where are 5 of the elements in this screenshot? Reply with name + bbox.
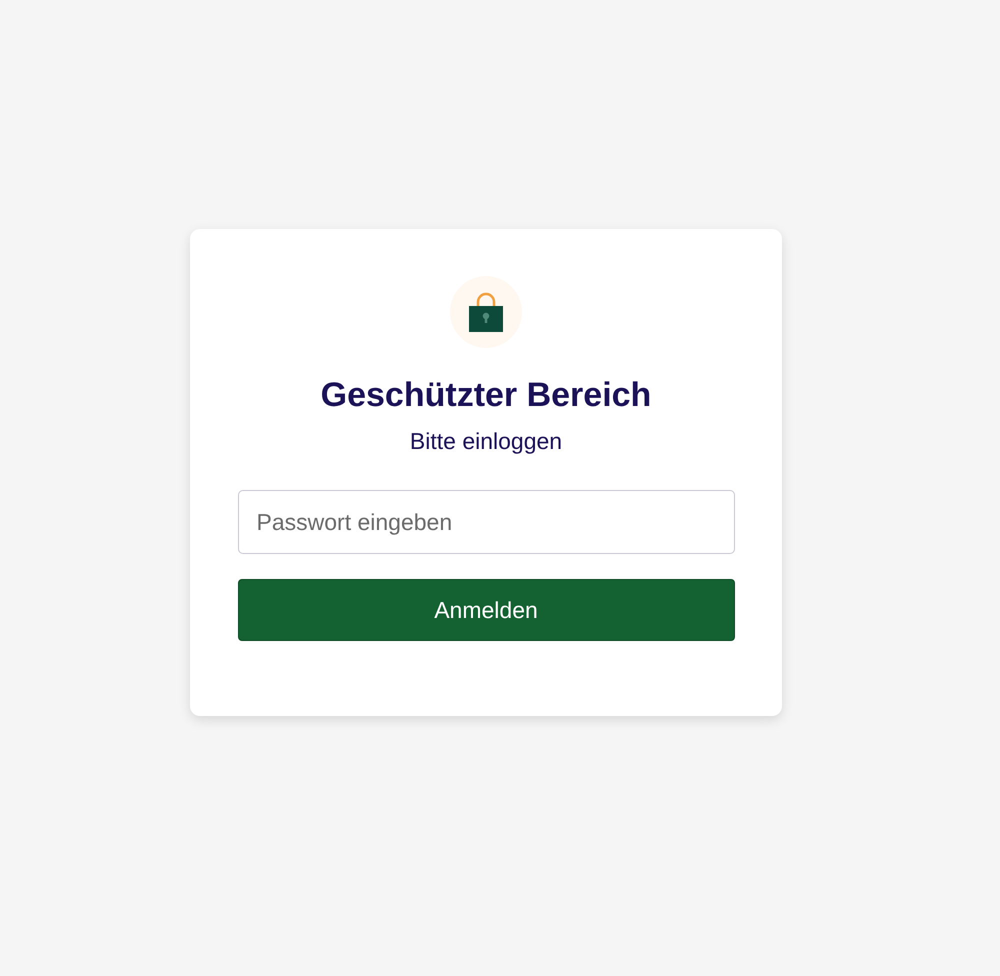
padlock-icon <box>469 292 503 332</box>
login-subtitle: Bitte einloggen <box>410 427 562 455</box>
password-field[interactable]: Passwort eingeben <box>238 490 734 554</box>
login-button[interactable]: Anmelden <box>238 579 734 641</box>
login-title: Geschützter Bereich <box>320 375 652 415</box>
